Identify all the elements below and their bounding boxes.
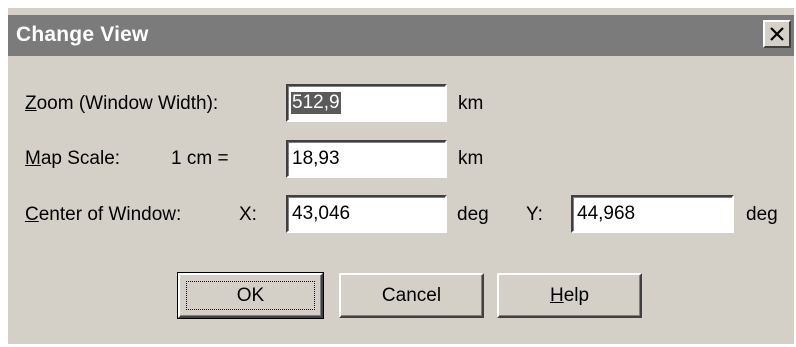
center-x-input[interactable]: 43,046 xyxy=(286,195,447,233)
center-y-input[interactable]: 44,968 xyxy=(571,195,734,233)
cancel-button[interactable]: Cancel xyxy=(339,273,484,318)
center-y-unit: deg xyxy=(746,204,778,225)
close-icon xyxy=(770,27,784,41)
map-scale-label: Map Scale: xyxy=(25,148,121,169)
zoom-label: Zoom (Window Width): xyxy=(25,93,219,114)
center-x-value: 43,046 xyxy=(292,203,351,224)
ok-button[interactable]: OK xyxy=(177,272,324,319)
zoom-input[interactable]: 512,9 xyxy=(286,84,447,122)
zoom-value: 512,9 xyxy=(291,92,341,114)
close-button[interactable] xyxy=(763,20,791,48)
zoom-unit: km xyxy=(458,93,484,114)
center-x-label: X: xyxy=(239,204,257,225)
center-x-unit: deg xyxy=(457,204,489,225)
center-y-label: Y: xyxy=(526,204,543,225)
dialog-title: Change View xyxy=(16,23,149,46)
cancel-label: Cancel xyxy=(381,284,442,306)
center-label: Center of Window: xyxy=(25,204,182,225)
change-view-dialog: Change View Zoom (Window Width): 512,9 k… xyxy=(8,8,794,344)
map-scale-input[interactable]: 18,93 xyxy=(286,140,447,178)
scale-prefix: 1 cm = xyxy=(171,148,229,169)
map-scale-unit: km xyxy=(458,148,484,169)
help-label: Help xyxy=(549,284,590,306)
map-scale-value: 18,93 xyxy=(292,148,340,169)
center-y-value: 44,968 xyxy=(577,203,636,224)
title-bar[interactable]: Change View xyxy=(8,15,794,56)
help-button[interactable]: Help xyxy=(497,273,642,318)
ok-label: OK xyxy=(236,284,265,306)
